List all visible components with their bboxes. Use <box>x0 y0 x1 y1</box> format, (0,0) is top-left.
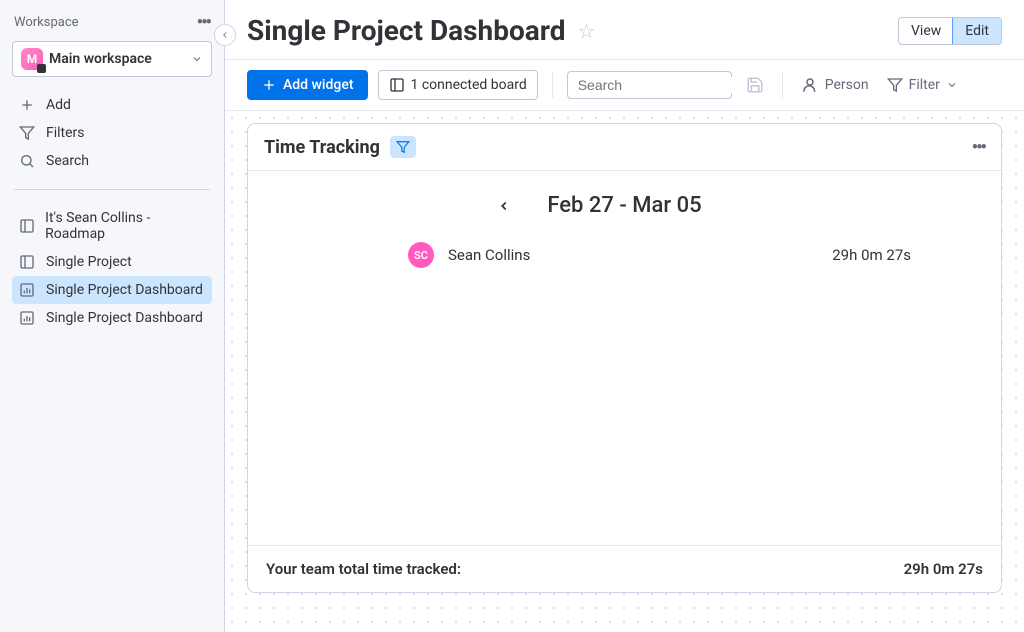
date-navigation: Feb 27 - Mar 05 › <box>268 183 981 242</box>
filter-icon <box>887 77 903 93</box>
toolbar: Add widget 1 connected board Person Filt… <box>225 59 1024 111</box>
toolbar-divider <box>552 72 553 98</box>
sidebar-actions: Add Filters Search <box>12 91 212 175</box>
sidebar-add[interactable]: Add <box>12 91 212 119</box>
toolbar-divider <box>782 72 783 98</box>
board-item-dashboard-active[interactable]: Single Project Dashboard <box>12 276 212 304</box>
save-icon[interactable] <box>742 72 768 98</box>
sidebar-add-label: Add <box>46 97 71 113</box>
sidebar: Workspace ••• M Main workspace Add Filte… <box>0 0 225 632</box>
sidebar-header-label: Workspace <box>14 15 79 30</box>
filter-icon <box>18 125 36 141</box>
filter-button[interactable]: Filter <box>883 73 962 97</box>
workspace-selector[interactable]: M Main workspace <box>12 41 212 77</box>
person-label: Person <box>825 77 869 93</box>
filter-icon <box>396 140 410 154</box>
filter-label: Filter <box>909 77 940 93</box>
date-range: Feb 27 - Mar 05 <box>547 193 701 218</box>
view-edit-toggle: View Edit <box>898 17 1002 45</box>
widget-filter-chip[interactable] <box>390 136 416 158</box>
edit-button[interactable]: Edit <box>953 18 1001 44</box>
plus-icon <box>261 77 277 93</box>
add-widget-label: Add widget <box>283 77 354 93</box>
page-title: Single Project Dashboard <box>247 14 566 47</box>
board-label: It's Sean Collins - Roadmap <box>45 210 206 242</box>
member-avatar: SC <box>408 242 434 268</box>
widget-header: Time Tracking ••• <box>248 124 1001 171</box>
footer-label: Your team total time tracked: <box>266 560 461 578</box>
workspace-avatar: M <box>21 48 43 70</box>
sidebar-search[interactable]: Search <box>12 147 212 175</box>
person-icon <box>801 76 819 94</box>
sidebar-collapse-button[interactable] <box>214 24 236 46</box>
chevron-down-icon <box>191 53 203 65</box>
prev-week-button[interactable] <box>497 199 517 213</box>
plus-icon <box>18 97 36 113</box>
connected-board-label: 1 connected board <box>411 77 527 93</box>
board-item-dashboard[interactable]: Single Project Dashboard <box>12 304 212 332</box>
sidebar-divider <box>14 189 210 190</box>
board-label: Single Project Dashboard <box>46 310 203 326</box>
sidebar-filters[interactable]: Filters <box>12 119 212 147</box>
board-icon <box>389 77 405 93</box>
dashboard-icon <box>18 310 36 326</box>
widget-title: Time Tracking <box>264 137 380 158</box>
sidebar-filters-label: Filters <box>46 125 85 141</box>
search-icon <box>18 153 36 169</box>
footer-total: 29h 0m 27s <box>904 560 983 578</box>
board-icon <box>18 218 35 234</box>
search-box[interactable] <box>567 71 732 99</box>
board-icon <box>18 254 36 270</box>
member-time: 29h 0m 27s <box>832 246 911 264</box>
dashboard-canvas[interactable]: Time Tracking ••• Feb 27 - Mar 05 › SC <box>225 111 1024 632</box>
connected-board-button[interactable]: 1 connected board <box>378 70 538 100</box>
sidebar-more-icon[interactable]: ••• <box>197 12 210 33</box>
member-row: SC Sean Collins 29h 0m 27s <box>268 242 981 268</box>
topbar: Single Project Dashboard ☆ View Edit <box>225 0 1024 59</box>
board-label: Single Project Dashboard <box>46 282 203 298</box>
person-filter-button[interactable]: Person <box>797 72 873 98</box>
board-list: It's Sean Collins - Roadmap Single Proje… <box>12 204 212 332</box>
search-input[interactable] <box>578 77 759 93</box>
workspace-name: Main workspace <box>49 51 185 67</box>
sidebar-search-label: Search <box>46 153 89 169</box>
main: Single Project Dashboard ☆ View Edit Add… <box>225 0 1024 632</box>
board-item-roadmap[interactable]: It's Sean Collins - Roadmap <box>12 204 212 248</box>
dashboard-icon <box>18 282 36 298</box>
board-label: Single Project <box>46 254 132 270</box>
chevron-down-icon <box>946 79 958 91</box>
view-button[interactable]: View <box>899 18 953 44</box>
add-widget-button[interactable]: Add widget <box>247 70 368 100</box>
member-name: Sean Collins <box>448 246 628 264</box>
time-tracking-widget: Time Tracking ••• Feb 27 - Mar 05 › SC <box>247 123 1002 593</box>
widget-more-icon[interactable]: ••• <box>972 137 985 158</box>
board-item-single-project[interactable]: Single Project <box>12 248 212 276</box>
widget-footer: Your team total time tracked: 29h 0m 27s <box>248 545 1001 592</box>
sidebar-header: Workspace ••• <box>12 12 212 33</box>
favorite-star-icon[interactable]: ☆ <box>578 19 596 43</box>
widget-body: Feb 27 - Mar 05 › SC Sean Collins 29h 0m… <box>248 171 1001 545</box>
